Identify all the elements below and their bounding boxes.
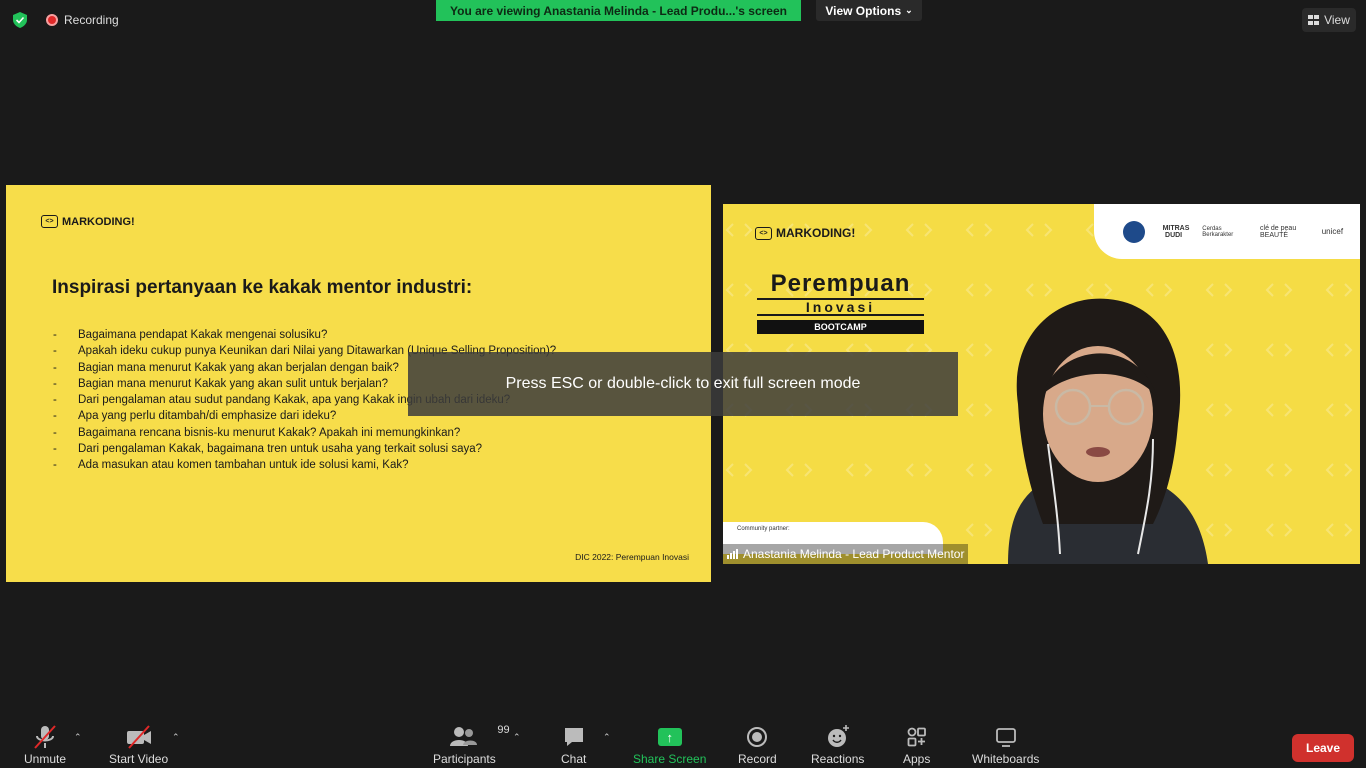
shield-icon[interactable]: [13, 12, 27, 28]
recording-label: Recording: [64, 13, 119, 27]
record-label: Record: [738, 752, 777, 766]
grid-icon: [1308, 15, 1320, 25]
whiteboards-button[interactable]: Whiteboards: [972, 724, 1039, 766]
record-button[interactable]: Record: [738, 724, 777, 766]
mic-muted-icon: [32, 724, 58, 750]
reactions-button[interactable]: Reactions: [811, 724, 864, 766]
apps-label: Apps: [903, 752, 931, 766]
meeting-toolbar: Unmute ⌃ Start Video ⌃ 99 Participants ⌃: [0, 706, 1366, 768]
participant-name: Anastania Melinda - Lead Product Mentor: [743, 547, 965, 561]
video-off-icon: [125, 724, 153, 750]
chat-icon: [562, 724, 586, 750]
partner-logo: clé de peau BEAUTÉ: [1260, 224, 1297, 239]
partner-logo: MITRAS DUDI: [1162, 224, 1190, 239]
top-bar: Recording You are viewing Anastania Meli…: [0, 0, 1366, 40]
recording-indicator[interactable]: Recording: [46, 13, 119, 27]
share-screen-label: Share Screen: [633, 752, 707, 766]
reactions-label: Reactions: [811, 752, 865, 766]
record-dot-icon: [46, 14, 58, 26]
logo-text: MARKODING!: [62, 215, 135, 228]
share-screen-button[interactable]: ↑ Share Screen: [633, 724, 706, 766]
brand-bar: BOOTCAMP: [757, 320, 924, 334]
slide-footer: DIC 2022: Perempuan Inovasi: [575, 552, 689, 562]
view-options-button[interactable]: View Options ⌄: [816, 0, 922, 21]
record-icon: [746, 724, 768, 750]
chat-caret-icon[interactable]: ⌃: [603, 732, 611, 743]
participants-label: Participants: [433, 752, 496, 766]
view-button[interactable]: View: [1302, 8, 1356, 32]
fullscreen-exit-hint: Press ESC or double-click to exit full s…: [408, 352, 958, 416]
code-bubble-icon: <>: [41, 215, 58, 228]
brand-subtitle: Inovasi: [757, 298, 924, 316]
list-item: - Dari pengalaman Kakak, bagaimana tren u…: [53, 443, 483, 456]
markoding-logo: <> MARKODING!: [755, 226, 855, 240]
list-item: - Bagaimana pendapat Kakak mengenai solus…: [53, 329, 328, 341]
bootcamp-brand: Perempuan Inovasi BOOTCAMP: [757, 270, 924, 334]
participants-icon: 99: [449, 724, 510, 750]
unmute-button[interactable]: Unmute: [24, 724, 66, 766]
start-video-button[interactable]: Start Video: [109, 724, 168, 766]
share-screen-icon-wrap: ↑: [657, 724, 682, 750]
list-item: - Ada masukan atau komen tambahan untuk i…: [53, 459, 409, 472]
list-item: - Bagaimana rencana bisnis-ku menurut Kak…: [53, 426, 461, 439]
whiteboards-label: Whiteboards: [972, 752, 1040, 766]
markoding-logo: <> MARKODING!: [41, 215, 135, 228]
partner-logo: Cerdas Berkarakter: [1202, 225, 1234, 238]
start-video-label: Start Video: [109, 752, 169, 766]
brand-title: Perempuan: [770, 270, 911, 297]
partner-logo: unicef: [1321, 227, 1344, 236]
viewing-banner: You are viewing Anastania Melinda - Lead…: [436, 0, 801, 21]
participant-count: 99: [497, 724, 510, 736]
community-label: Community partner:: [737, 526, 790, 532]
chat-button[interactable]: Chat: [561, 724, 586, 766]
partner-logos: MITRAS DUDI Cerdas Berkarakter clé de pe…: [1094, 204, 1360, 259]
smiley-plus-icon: [825, 724, 851, 750]
logo-text: MARKODING!: [776, 226, 856, 240]
audio-options-caret-icon[interactable]: ⌃: [74, 732, 82, 743]
apps-icon: [905, 724, 929, 750]
slide-title: Inspirasi pertanyaan ke kakak mentor ind…: [52, 277, 473, 298]
leave-button[interactable]: Leave: [1292, 734, 1354, 762]
video-options-caret-icon[interactable]: ⌃: [172, 732, 180, 743]
whiteboard-icon: [994, 724, 1018, 750]
apps-button[interactable]: Apps: [903, 724, 930, 766]
signal-icon: [727, 549, 738, 559]
participant-name-tag: Anastania Melinda - Lead Product Mentor: [723, 544, 969, 564]
participants-caret-icon[interactable]: ⌃: [513, 732, 521, 743]
speaker-image: [1008, 298, 1208, 564]
participants-button[interactable]: 99 Participants: [433, 724, 510, 766]
view-options-label: View Options: [825, 3, 902, 18]
chevron-down-icon: ⌄: [905, 5, 913, 15]
view-label: View: [1324, 13, 1350, 27]
code-bubble-icon: <>: [755, 226, 772, 240]
unmute-label: Unmute: [24, 752, 67, 766]
ministry-logo-icon: [1122, 220, 1145, 243]
share-screen-icon: ↑: [657, 728, 682, 746]
chat-label: Chat: [561, 752, 587, 766]
